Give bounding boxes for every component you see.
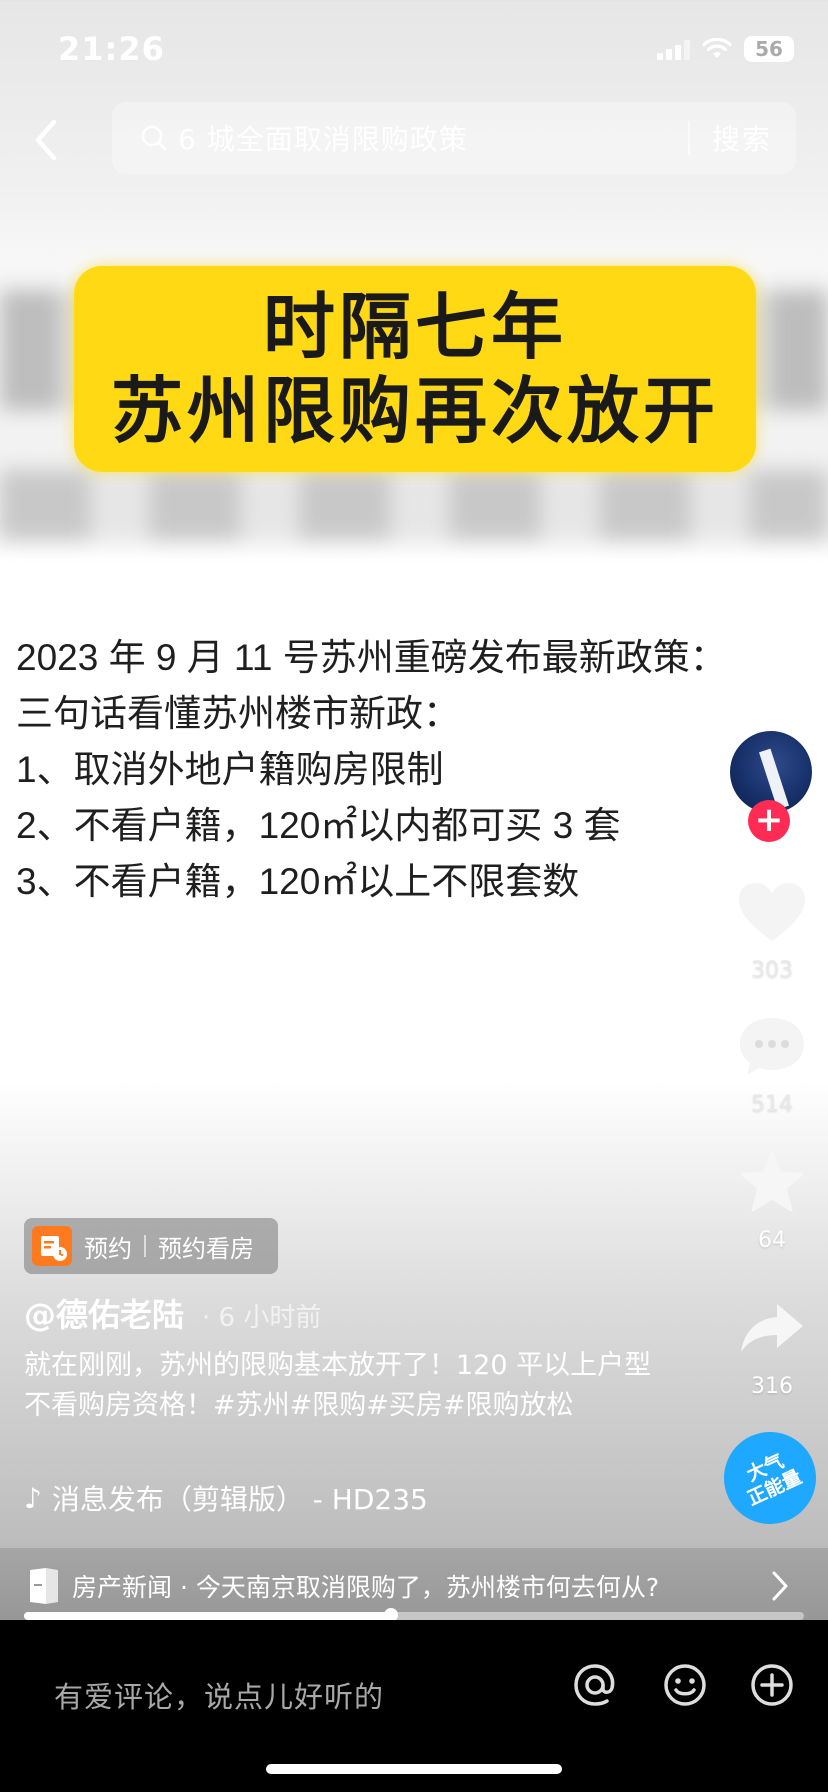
battery-indicator: 56	[744, 36, 794, 62]
music-info[interactable]: ♪ 消息发布（剪辑版） - HD235	[24, 1478, 428, 1518]
at-button[interactable]	[570, 1660, 620, 1710]
article-line: 3、不看户籍，120㎡以上不限套数	[16, 861, 580, 902]
post-caption[interactable]: 就在刚刚，苏州的限购基本放开了！120 平以上户型不看购房资格！#苏州#限购#买…	[24, 1346, 664, 1426]
emoji-button[interactable]	[660, 1660, 710, 1710]
blurred-background-bottom	[0, 470, 828, 540]
comment-icon	[730, 1004, 814, 1088]
star-icon	[730, 1140, 814, 1224]
status-bar: 21:26 56	[0, 0, 828, 96]
search-icon	[138, 122, 170, 154]
follow-button[interactable]: +	[748, 800, 790, 842]
search-button[interactable]: 搜索	[690, 118, 796, 158]
related-news-text: 房产新闻 · 今天南京取消限购了，苏州楼市何去何从?	[72, 1573, 660, 1602]
add-button[interactable]	[747, 1660, 797, 1710]
energy-badge[interactable]: 大气 正能量	[708, 1416, 828, 1540]
booking-separator	[144, 1235, 146, 1257]
like-count: 303	[751, 958, 793, 983]
article-line: 2、不看户籍，120㎡以内都可买 3 套	[16, 805, 621, 846]
share-count: 316	[751, 1374, 793, 1399]
author-name[interactable]: @德佑老陆 · 6 小时前	[24, 1290, 321, 1336]
signal-icon	[657, 38, 690, 60]
comment-button[interactable]: 514	[730, 1004, 814, 1117]
comment-input[interactable]: 有爱评论，说点儿好听的	[54, 1674, 384, 1716]
status-time: 21:26	[58, 30, 165, 68]
music-icon: ♪	[24, 1481, 42, 1515]
chevron-right-icon	[770, 1566, 794, 1606]
post-time: · 6 小时前	[202, 1303, 322, 1333]
video-progress-bar[interactable]	[24, 1608, 804, 1622]
at-icon	[574, 1664, 615, 1706]
video-title-banner: 时隔七年 苏州限购再次放开	[74, 266, 756, 472]
progress-fill	[24, 1612, 391, 1620]
status-icons: 56	[657, 36, 794, 62]
article-line: 2023 年 9 月 11 号苏州重磅发布最新政策：	[16, 637, 727, 678]
back-icon	[35, 119, 57, 161]
plus-icon	[751, 1664, 793, 1706]
article-line: 三句话看懂苏州楼市新政：	[16, 693, 460, 734]
author-handle[interactable]: @德佑老陆	[24, 1296, 184, 1334]
favorite-count: 64	[758, 1228, 786, 1253]
home-indicator	[266, 1764, 562, 1774]
search-input[interactable]: 6 城全面取消限购政策	[178, 118, 688, 158]
search-bar[interactable]: 6 城全面取消限购政策 搜索	[112, 102, 796, 174]
favorite-button[interactable]: 64	[730, 1140, 814, 1253]
comment-count: 514	[751, 1092, 793, 1117]
banner-line-2: 苏州限购再次放开	[110, 369, 719, 453]
booking-label: 预约	[84, 1234, 132, 1263]
back-button[interactable]	[22, 110, 70, 170]
heart-icon	[730, 870, 814, 954]
emoji-icon	[664, 1664, 706, 1706]
like-button[interactable]: 303	[730, 870, 814, 983]
banner-line-1: 时隔七年	[262, 285, 567, 369]
booking-chip[interactable]: 预约 预约看房	[24, 1218, 278, 1274]
video-text-content: 2023 年 9 月 11 号苏州重磅发布最新政策： 三句话看懂苏州楼市新政： …	[16, 630, 736, 910]
booking-title: 预约看房	[158, 1234, 254, 1263]
share-icon	[730, 1286, 814, 1370]
wifi-icon	[702, 38, 732, 60]
calendar-icon	[32, 1226, 72, 1266]
share-button[interactable]: 316	[730, 1286, 814, 1399]
article-line: 1、取消外地户籍购房限制	[16, 749, 444, 790]
music-title: 消息发布（剪辑版） - HD235	[51, 1483, 428, 1516]
news-icon	[26, 1566, 62, 1606]
